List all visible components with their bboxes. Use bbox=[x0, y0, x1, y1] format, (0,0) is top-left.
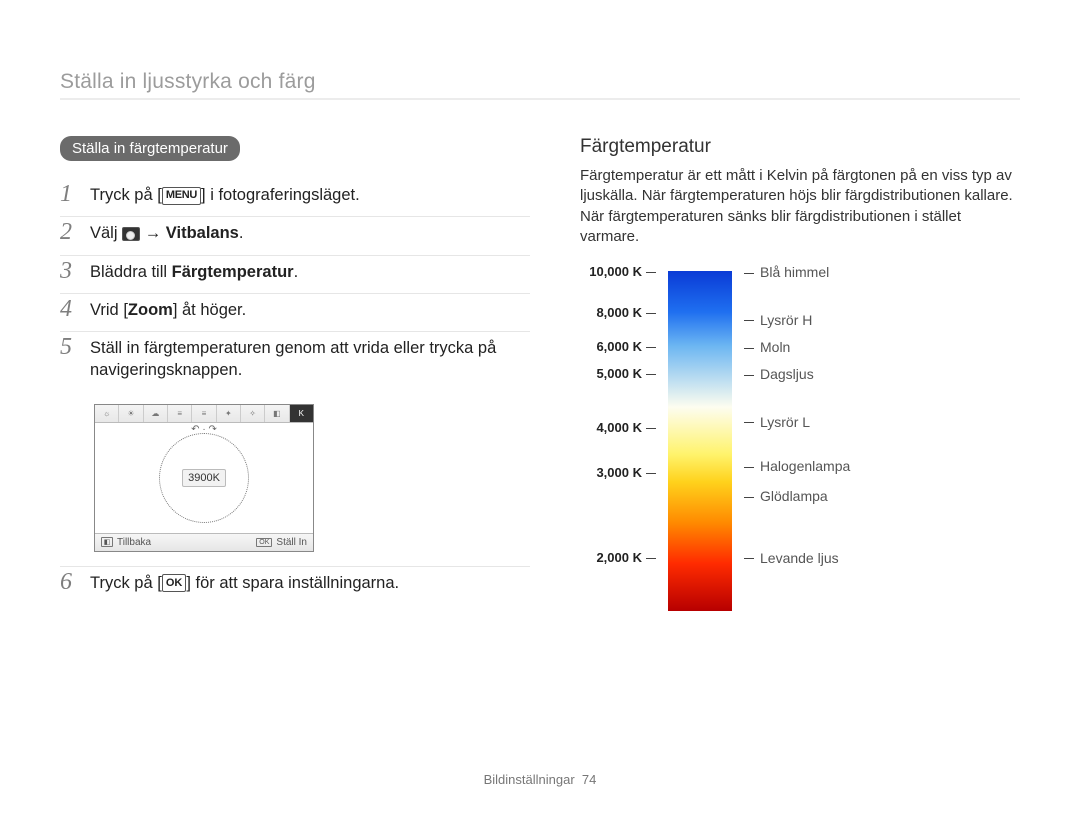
light-source-label: Moln bbox=[744, 339, 790, 355]
camera-tab: ≡ bbox=[168, 405, 192, 422]
kelvin-tick: 8,000 K bbox=[596, 305, 656, 320]
kelvin-tick: 5,000 K bbox=[596, 366, 656, 381]
camera-tabs: ☼ ☀ ☁ ≡ ≡ ✦ ✧ ◧ K bbox=[95, 405, 313, 423]
step-number: 1 bbox=[60, 182, 90, 206]
rotate-arrows-icon: ↶ · ↷ bbox=[191, 424, 217, 435]
camera-tab-active: K bbox=[290, 405, 313, 422]
dial-ring: ↶ · ↷ 3900K bbox=[159, 433, 249, 523]
light-source-label: Dagsljus bbox=[744, 366, 814, 382]
bold-term: Vitbalans bbox=[166, 224, 239, 242]
kelvin-right-labels: Blå himmelLysrör HMolnDagsljusLysrör LHa… bbox=[744, 271, 884, 611]
light-source-label: Lysrör H bbox=[744, 312, 812, 328]
text-fragment: Vrid [ bbox=[90, 301, 128, 319]
kelvin-tick: 2,000 K bbox=[596, 550, 656, 565]
page-footer: Bildinställningar 74 bbox=[0, 772, 1080, 787]
back-hint: ◧ Tillbaka bbox=[101, 537, 151, 548]
bold-term: Zoom bbox=[128, 301, 173, 319]
kelvin-left-axis: 10,000 K8,000 K6,000 K5,000 K4,000 K3,00… bbox=[580, 271, 656, 611]
text-fragment: Bläddra till bbox=[90, 263, 172, 281]
camera-tab: ☀ bbox=[119, 405, 143, 422]
camera-tab: ◧ bbox=[265, 405, 289, 422]
step-text: Bläddra till Färgtemperatur. bbox=[90, 261, 530, 283]
camera-screen-mock: ☼ ☀ ☁ ≡ ≡ ✦ ✧ ◧ K ↶ · ↷ 3900K bbox=[94, 404, 314, 552]
light-source-label: Levande ljus bbox=[744, 550, 839, 566]
kelvin-tick: 3,000 K bbox=[596, 465, 656, 480]
color-spectrum-bar bbox=[668, 271, 732, 611]
text-fragment: ] åt höger. bbox=[173, 301, 246, 319]
kelvin-tick: 6,000 K bbox=[596, 339, 656, 354]
camera-tab: ✧ bbox=[241, 405, 265, 422]
kelvin-tick: 10,000 K bbox=[589, 264, 656, 279]
back-icon: ◧ bbox=[101, 537, 113, 547]
text-fragment: Välj bbox=[90, 224, 122, 242]
camera-mode-icon bbox=[122, 227, 140, 241]
camera-tab: ✦ bbox=[217, 405, 241, 422]
set-hint: OK Ställ In bbox=[256, 537, 307, 548]
camera-tab: ☁ bbox=[144, 405, 168, 422]
text-fragment: . bbox=[294, 263, 299, 281]
camera-tab: ≡ bbox=[192, 405, 216, 422]
bold-term: Färgtemperatur bbox=[172, 263, 294, 281]
camera-tab: ☼ bbox=[95, 405, 119, 422]
section-pill: Ställa in färgtemperatur bbox=[60, 136, 240, 161]
step-text: Välj → Vitbalans. bbox=[90, 222, 530, 244]
ok-icon: OK bbox=[256, 538, 272, 547]
footer-section: Bildinställningar bbox=[484, 772, 575, 787]
kelvin-chart: 10,000 K8,000 K6,000 K5,000 K4,000 K3,00… bbox=[580, 271, 1020, 611]
set-label: Ställ In bbox=[276, 537, 307, 548]
section-paragraph: Färgtemperatur är ett mått i Kelvin på f… bbox=[580, 166, 1020, 247]
step-number: 2 bbox=[60, 220, 90, 244]
text-fragment: . bbox=[239, 224, 244, 242]
light-source-label: Halogenlampa bbox=[744, 458, 850, 474]
light-source-label: Blå himmel bbox=[744, 264, 829, 280]
text-fragment: ] i fotograferingsläget. bbox=[201, 186, 360, 204]
text-fragment: Tryck på [ bbox=[90, 574, 162, 592]
step-text: Tryck på [OK] för att spara inställninga… bbox=[90, 572, 530, 594]
section-heading: Färgtemperatur bbox=[580, 136, 1020, 158]
text-fragment: ] för att spara inställningarna. bbox=[186, 574, 399, 592]
step-number: 3 bbox=[60, 259, 90, 283]
step-text: Vrid [Zoom] åt höger. bbox=[90, 299, 530, 321]
step-number: 4 bbox=[60, 297, 90, 321]
step-text: Ställ in färgtemperaturen genom att vrid… bbox=[90, 337, 530, 382]
text-fragment: Tryck på [ bbox=[90, 186, 162, 204]
footer-page-number: 74 bbox=[582, 772, 596, 787]
step-number: 5 bbox=[60, 335, 90, 359]
step-number: 6 bbox=[60, 570, 90, 594]
light-source-label: Lysrör L bbox=[744, 414, 810, 430]
ok-button-icon: OK bbox=[162, 574, 187, 592]
arrow-icon: → bbox=[145, 224, 162, 242]
step-text: Tryck på [MENU] i fotograferingsläget. bbox=[90, 184, 530, 206]
menu-button-icon: MENU bbox=[162, 187, 201, 205]
kelvin-tick: 4,000 K bbox=[596, 420, 656, 435]
kelvin-readout: 3900K bbox=[182, 469, 226, 487]
back-label: Tillbaka bbox=[117, 537, 151, 548]
light-source-label: Glödlampa bbox=[744, 488, 828, 504]
page-title: Ställa in ljusstyrka och färg bbox=[60, 70, 1020, 100]
